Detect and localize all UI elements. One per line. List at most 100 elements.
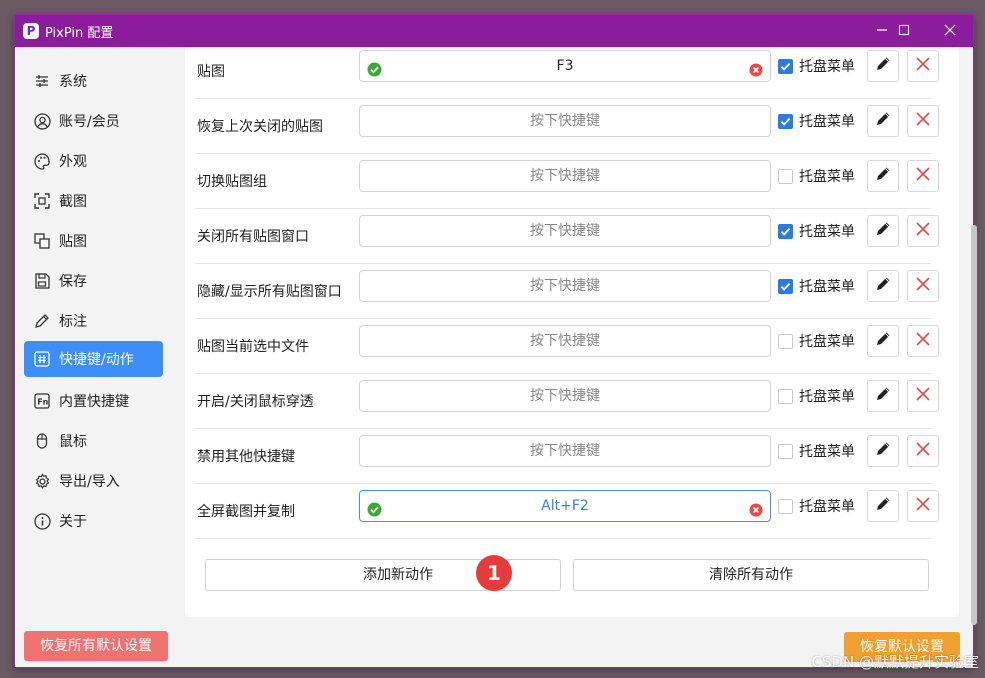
sidebar-item-5[interactable]: 保存 [24, 263, 163, 299]
shortcut-placeholder: 按下快捷键 [530, 388, 600, 404]
close-icon [915, 386, 931, 406]
delete-action-button[interactable] [907, 490, 939, 522]
action-row: 开启/关闭鼠标穿透 按下快捷键 托盘菜单 [195, 374, 939, 429]
pencil-icon [874, 165, 892, 187]
delete-action-button[interactable] [907, 270, 939, 302]
action-name: 恢复上次关闭的贴图 [197, 119, 323, 135]
actions-panel: 全屏截图并复制 Alt+F2 托盘菜单 禁用其他快捷键 按下快捷键 托盘菜单 开启/关闭鼠标… [185, 47, 959, 617]
sidebar-item-8[interactable]: Fn 内置快捷键 [24, 383, 163, 419]
shortcut-input[interactable]: 按下快捷键 [359, 160, 771, 192]
delete-action-button[interactable] [907, 380, 939, 412]
edit-action-button[interactable] [867, 50, 899, 82]
tray-menu-checkbox[interactable]: 托盘菜单 [778, 166, 855, 186]
shortcut-input[interactable]: 按下快捷键 [359, 215, 771, 247]
checkbox-checked-icon[interactable] [778, 58, 793, 74]
sidebar-item-7[interactable]: 快捷键/动作 [24, 341, 163, 377]
tray-menu-label: 托盘菜单 [799, 279, 855, 295]
action-row: 恢复上次关闭的贴图 按下快捷键 托盘菜单 [195, 99, 939, 154]
checkbox-unchecked-icon[interactable] [778, 443, 793, 459]
checkbox-unchecked-icon[interactable] [778, 333, 793, 349]
edit-action-button[interactable] [867, 270, 899, 302]
maximize-button[interactable] [881, 15, 927, 47]
window-title: PixPin 配置 [45, 26, 114, 41]
sidebar-item-9[interactable]: 鼠标 [24, 423, 163, 459]
shortcut-placeholder: 按下快捷键 [530, 223, 600, 239]
sidebar-item-6[interactable]: 标注 [24, 303, 163, 339]
checkbox-unchecked-icon[interactable] [778, 388, 793, 404]
sidebar-item-label: 贴图 [59, 234, 87, 250]
svg-text:Fn: Fn [37, 398, 48, 407]
sidebar-item-11[interactable]: 关于 [24, 503, 163, 539]
tray-menu-checkbox[interactable]: 托盘菜单 [778, 331, 855, 351]
checkbox-checked-icon[interactable] [778, 113, 793, 129]
sidebar-item-4[interactable]: 贴图 [24, 223, 163, 259]
edit-action-button[interactable] [867, 435, 899, 467]
tray-menu-checkbox[interactable]: 托盘菜单 [778, 441, 855, 461]
clear-all-actions-button[interactable]: 清除所有动作 [573, 559, 929, 591]
tray-menu-label: 托盘菜单 [799, 444, 855, 460]
close-icon [944, 24, 956, 36]
delete-action-button[interactable] [907, 325, 939, 357]
checkbox-unchecked-icon[interactable] [778, 168, 793, 184]
tray-menu-checkbox[interactable]: 托盘菜单 [778, 386, 855, 406]
sidebar-item-0[interactable]: 系统 [24, 63, 163, 99]
sidebar-item-3[interactable]: 截图 [24, 183, 163, 219]
save-icon [33, 272, 51, 290]
action-name: 贴图 [197, 64, 225, 80]
clear-shortcut-icon[interactable] [749, 498, 763, 517]
sidebar-item-label: 外观 [59, 154, 87, 170]
close-button[interactable] [927, 15, 973, 47]
tray-menu-checkbox[interactable]: 托盘菜单 [778, 496, 855, 516]
tray-menu-checkbox[interactable]: 托盘菜单 [778, 56, 855, 76]
delete-action-button[interactable] [907, 50, 939, 82]
delete-action-button[interactable] [907, 160, 939, 192]
shortcut-input[interactable]: Alt+F2 [359, 490, 771, 522]
shortcut-input[interactable]: 按下快捷键 [359, 380, 771, 412]
action-row: 关闭所有贴图窗口 按下快捷键 托盘菜单 [195, 209, 939, 264]
edit-action-button[interactable] [867, 160, 899, 192]
pencil-icon [874, 220, 892, 242]
edit-action-button[interactable] [867, 490, 899, 522]
pencil-icon [874, 55, 892, 77]
tray-menu-checkbox[interactable]: 托盘菜单 [778, 276, 855, 296]
action-name: 隐藏/显示所有贴图窗口 [197, 284, 342, 300]
action-name: 贴图当前选中文件 [197, 339, 309, 355]
shortcut-input[interactable]: 按下快捷键 [359, 325, 771, 357]
user-icon [33, 112, 51, 130]
shortcut-input[interactable]: 按下快捷键 [359, 105, 771, 137]
reset-all-defaults-button[interactable]: 恢复所有默认设置 [24, 631, 168, 661]
action-row: 隐藏/显示所有贴图窗口 按下快捷键 托盘菜单 [195, 264, 939, 319]
clear-shortcut-icon[interactable] [749, 58, 763, 77]
close-icon [915, 56, 931, 76]
tray-menu-label: 托盘菜单 [799, 499, 855, 515]
tray-menu-label: 托盘菜单 [799, 224, 855, 240]
delete-action-button[interactable] [907, 105, 939, 137]
check-circle-icon [367, 498, 382, 517]
tray-menu-checkbox[interactable]: 托盘菜单 [778, 111, 855, 131]
action-name: 开启/关闭鼠标穿透 [197, 394, 314, 410]
edit-action-button[interactable] [867, 325, 899, 357]
tray-menu-checkbox[interactable]: 托盘菜单 [778, 221, 855, 241]
checkbox-unchecked-icon[interactable] [778, 498, 793, 514]
edit-action-button[interactable] [867, 380, 899, 412]
checkbox-checked-icon[interactable] [778, 278, 793, 294]
checkbox-checked-icon[interactable] [778, 223, 793, 239]
delete-action-button[interactable] [907, 215, 939, 247]
watermark: CSDN @默默提升实验室 [811, 653, 979, 671]
action-name: 全屏截图并复制 [197, 504, 295, 520]
edit-action-button[interactable] [867, 215, 899, 247]
shortcut-input[interactable]: 按下快捷键 [359, 435, 771, 467]
sidebar-item-2[interactable]: 外观 [24, 143, 163, 179]
shortcut-input[interactable]: 按下快捷键 [359, 270, 771, 302]
sidebar-item-label: 关于 [59, 514, 87, 530]
shortcut-input[interactable]: F3 [359, 50, 771, 82]
pencil-icon [874, 330, 892, 352]
sidebar-item-label: 鼠标 [59, 434, 87, 450]
scrollbar[interactable] [971, 225, 977, 625]
sidebar-item-1[interactable]: 账号/会员 [24, 103, 163, 139]
tray-menu-label: 托盘菜单 [799, 389, 855, 405]
delete-action-button[interactable] [907, 435, 939, 467]
check-circle-icon [367, 58, 382, 77]
sidebar-item-10[interactable]: 导出/导入 [24, 463, 163, 499]
edit-action-button[interactable] [867, 105, 899, 137]
